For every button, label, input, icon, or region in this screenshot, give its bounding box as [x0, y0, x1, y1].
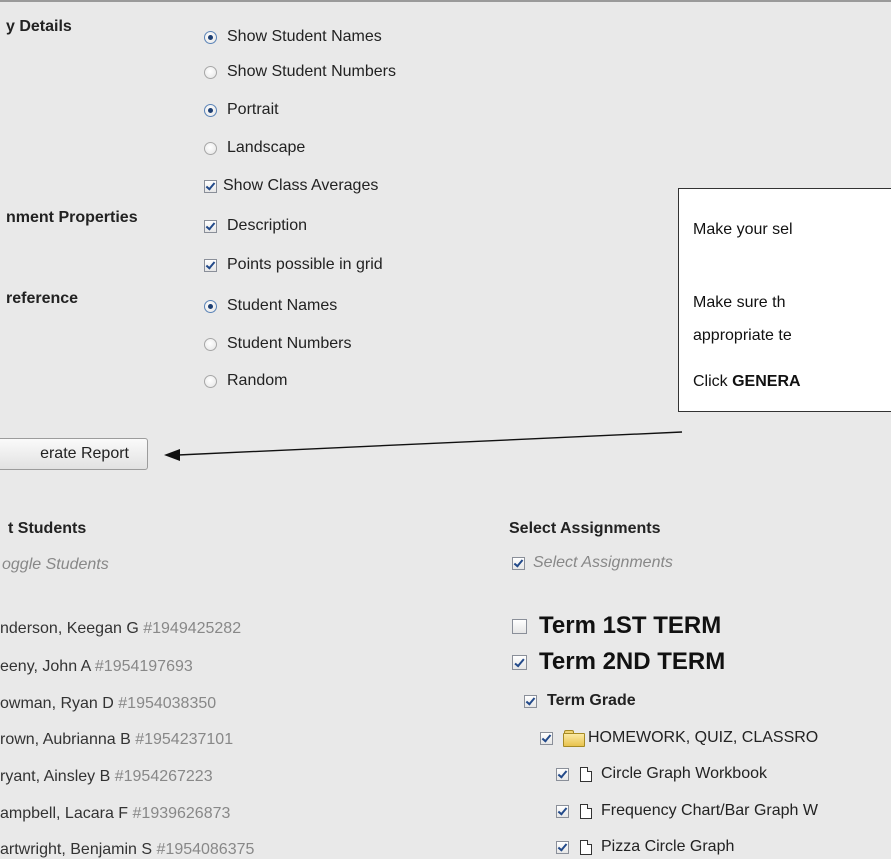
student-item[interactable]: nderson, Keegan G #1949425282	[0, 620, 241, 638]
student-name: eeny, John A	[0, 658, 95, 675]
student-name: ampbell, Lacara F	[0, 805, 133, 822]
document-icon	[580, 839, 592, 855]
show-student-names-option[interactable]: Show Student Names	[204, 28, 382, 46]
select-students-title: t Students	[8, 520, 87, 537]
term-1st-checkbox[interactable]	[512, 618, 527, 634]
student-item[interactable]: ampbell, Lacara F #1939626873	[0, 805, 230, 823]
select-all-assignments-label: Select Assignments	[533, 554, 673, 571]
callout-line-4-prefix: Click	[693, 373, 733, 390]
student-numbers-label: Student Numbers	[227, 335, 352, 352]
select-all-assignments-checkbox[interactable]	[512, 556, 525, 570]
landscape-option[interactable]: Landscape	[204, 139, 305, 157]
term-2nd-checkbox[interactable]	[512, 654, 527, 670]
assignment-label: Circle Graph Workbook	[601, 765, 767, 782]
document-icon	[580, 766, 592, 782]
random-label: Random	[227, 372, 288, 389]
points-possible-option[interactable]: Points possible in grid	[204, 256, 383, 274]
student-item[interactable]: eeny, John A #1954197693	[0, 658, 193, 676]
callout-line-1: Make your sel	[693, 221, 793, 238]
student-names-option[interactable]: Student Names	[204, 297, 337, 315]
student-numbers-option[interactable]: Student Numbers	[204, 335, 352, 353]
display-details-label: y Details	[6, 18, 72, 35]
term-2nd-label: Term 2ND TERM	[539, 648, 726, 675]
description-checkbox[interactable]	[204, 219, 217, 233]
preference-label: reference	[6, 290, 79, 307]
assignment-properties-label: nment Properties	[6, 209, 138, 226]
show-class-averages-checkbox[interactable]	[204, 179, 217, 193]
show-student-numbers-radio[interactable]	[204, 65, 217, 79]
term-1st-label: Term 1ST TERM	[539, 612, 722, 639]
generate-report-button[interactable]: erate Report	[0, 438, 148, 470]
student-name: artwright, Benjamin S	[0, 841, 157, 858]
student-number: #1954237101	[135, 731, 234, 748]
portrait-radio[interactable]	[204, 103, 217, 117]
student-number: #1954267223	[114, 768, 213, 785]
term-grade-row[interactable]: Term Grade	[524, 692, 636, 710]
student-name: rown, Aubrianna B	[0, 731, 136, 748]
callout-line-2: Make sure th	[693, 294, 786, 311]
category-checkbox[interactable]	[540, 731, 553, 745]
assignment-checkbox[interactable]	[556, 804, 569, 818]
assignment-label: Frequency Chart/Bar Graph W	[601, 802, 818, 819]
assignment-row[interactable]: Pizza Circle Graph	[556, 838, 734, 856]
student-number: #1954038350	[118, 695, 217, 712]
student-number: #1949425282	[143, 620, 242, 637]
points-possible-label: Points possible in grid	[227, 256, 383, 273]
show-student-names-radio[interactable]	[204, 30, 217, 44]
select-all-assignments-option[interactable]: Select Assignments	[512, 554, 673, 572]
top-border	[0, 0, 891, 2]
category-row[interactable]: HOMEWORK, QUIZ, CLASSRO	[540, 729, 818, 747]
instruction-callout: Make your sel Make sure th appropriate t…	[678, 188, 891, 412]
term-1st-row[interactable]: Term 1ST TERM	[512, 612, 721, 640]
student-name: owman, Ryan D	[0, 695, 119, 712]
student-numbers-radio[interactable]	[204, 337, 217, 351]
student-name: ryant, Ainsley B	[0, 768, 115, 785]
category-label: HOMEWORK, QUIZ, CLASSRO	[588, 729, 819, 746]
term-2nd-row[interactable]: Term 2ND TERM	[512, 648, 725, 676]
select-assignments-title: Select Assignments	[509, 520, 661, 537]
landscape-label: Landscape	[227, 139, 306, 156]
callout-line-4-bold: GENERA	[732, 373, 801, 390]
assignment-checkbox[interactable]	[556, 767, 569, 781]
term-grade-label: Term Grade	[547, 692, 636, 709]
landscape-radio[interactable]	[204, 141, 217, 155]
points-possible-checkbox[interactable]	[204, 258, 217, 272]
student-number: #1939626873	[132, 805, 231, 822]
assignment-row[interactable]: Frequency Chart/Bar Graph W	[556, 802, 818, 820]
student-names-radio[interactable]	[204, 299, 217, 313]
student-item[interactable]: owman, Ryan D #1954038350	[0, 695, 216, 713]
show-class-averages-label: Show Class Averages	[223, 177, 379, 194]
toggle-students-link[interactable]: oggle Students	[2, 556, 109, 574]
description-label: Description	[227, 217, 308, 234]
term-grade-checkbox[interactable]	[524, 694, 537, 708]
callout-line-3: appropriate te	[693, 327, 792, 344]
student-number: #1954086375	[156, 841, 255, 858]
assignment-label: Pizza Circle Graph	[601, 838, 735, 855]
show-student-names-label: Show Student Names	[227, 28, 382, 45]
show-class-averages-option[interactable]: Show Class Averages	[204, 177, 378, 195]
random-option[interactable]: Random	[204, 372, 287, 390]
assignment-checkbox[interactable]	[556, 840, 569, 854]
random-radio[interactable]	[204, 374, 217, 388]
callout-line-4: Click GENERA	[693, 373, 801, 391]
description-option[interactable]: Description	[204, 217, 307, 235]
document-icon	[580, 803, 592, 819]
student-item[interactable]: rown, Aubrianna B #1954237101	[0, 731, 233, 749]
assignment-row[interactable]: Circle Graph Workbook	[556, 765, 767, 783]
student-names-label: Student Names	[227, 297, 338, 314]
show-student-numbers-label: Show Student Numbers	[227, 63, 396, 80]
student-name: nderson, Keegan G	[0, 620, 144, 637]
student-item[interactable]: artwright, Benjamin S #1954086375	[0, 841, 254, 859]
show-student-numbers-option[interactable]: Show Student Numbers	[204, 63, 396, 81]
student-number: #1954197693	[94, 658, 193, 675]
student-item[interactable]: ryant, Ainsley B #1954267223	[0, 768, 213, 786]
portrait-option[interactable]: Portrait	[204, 101, 279, 119]
portrait-label: Portrait	[227, 101, 279, 118]
folder-icon	[563, 730, 585, 747]
